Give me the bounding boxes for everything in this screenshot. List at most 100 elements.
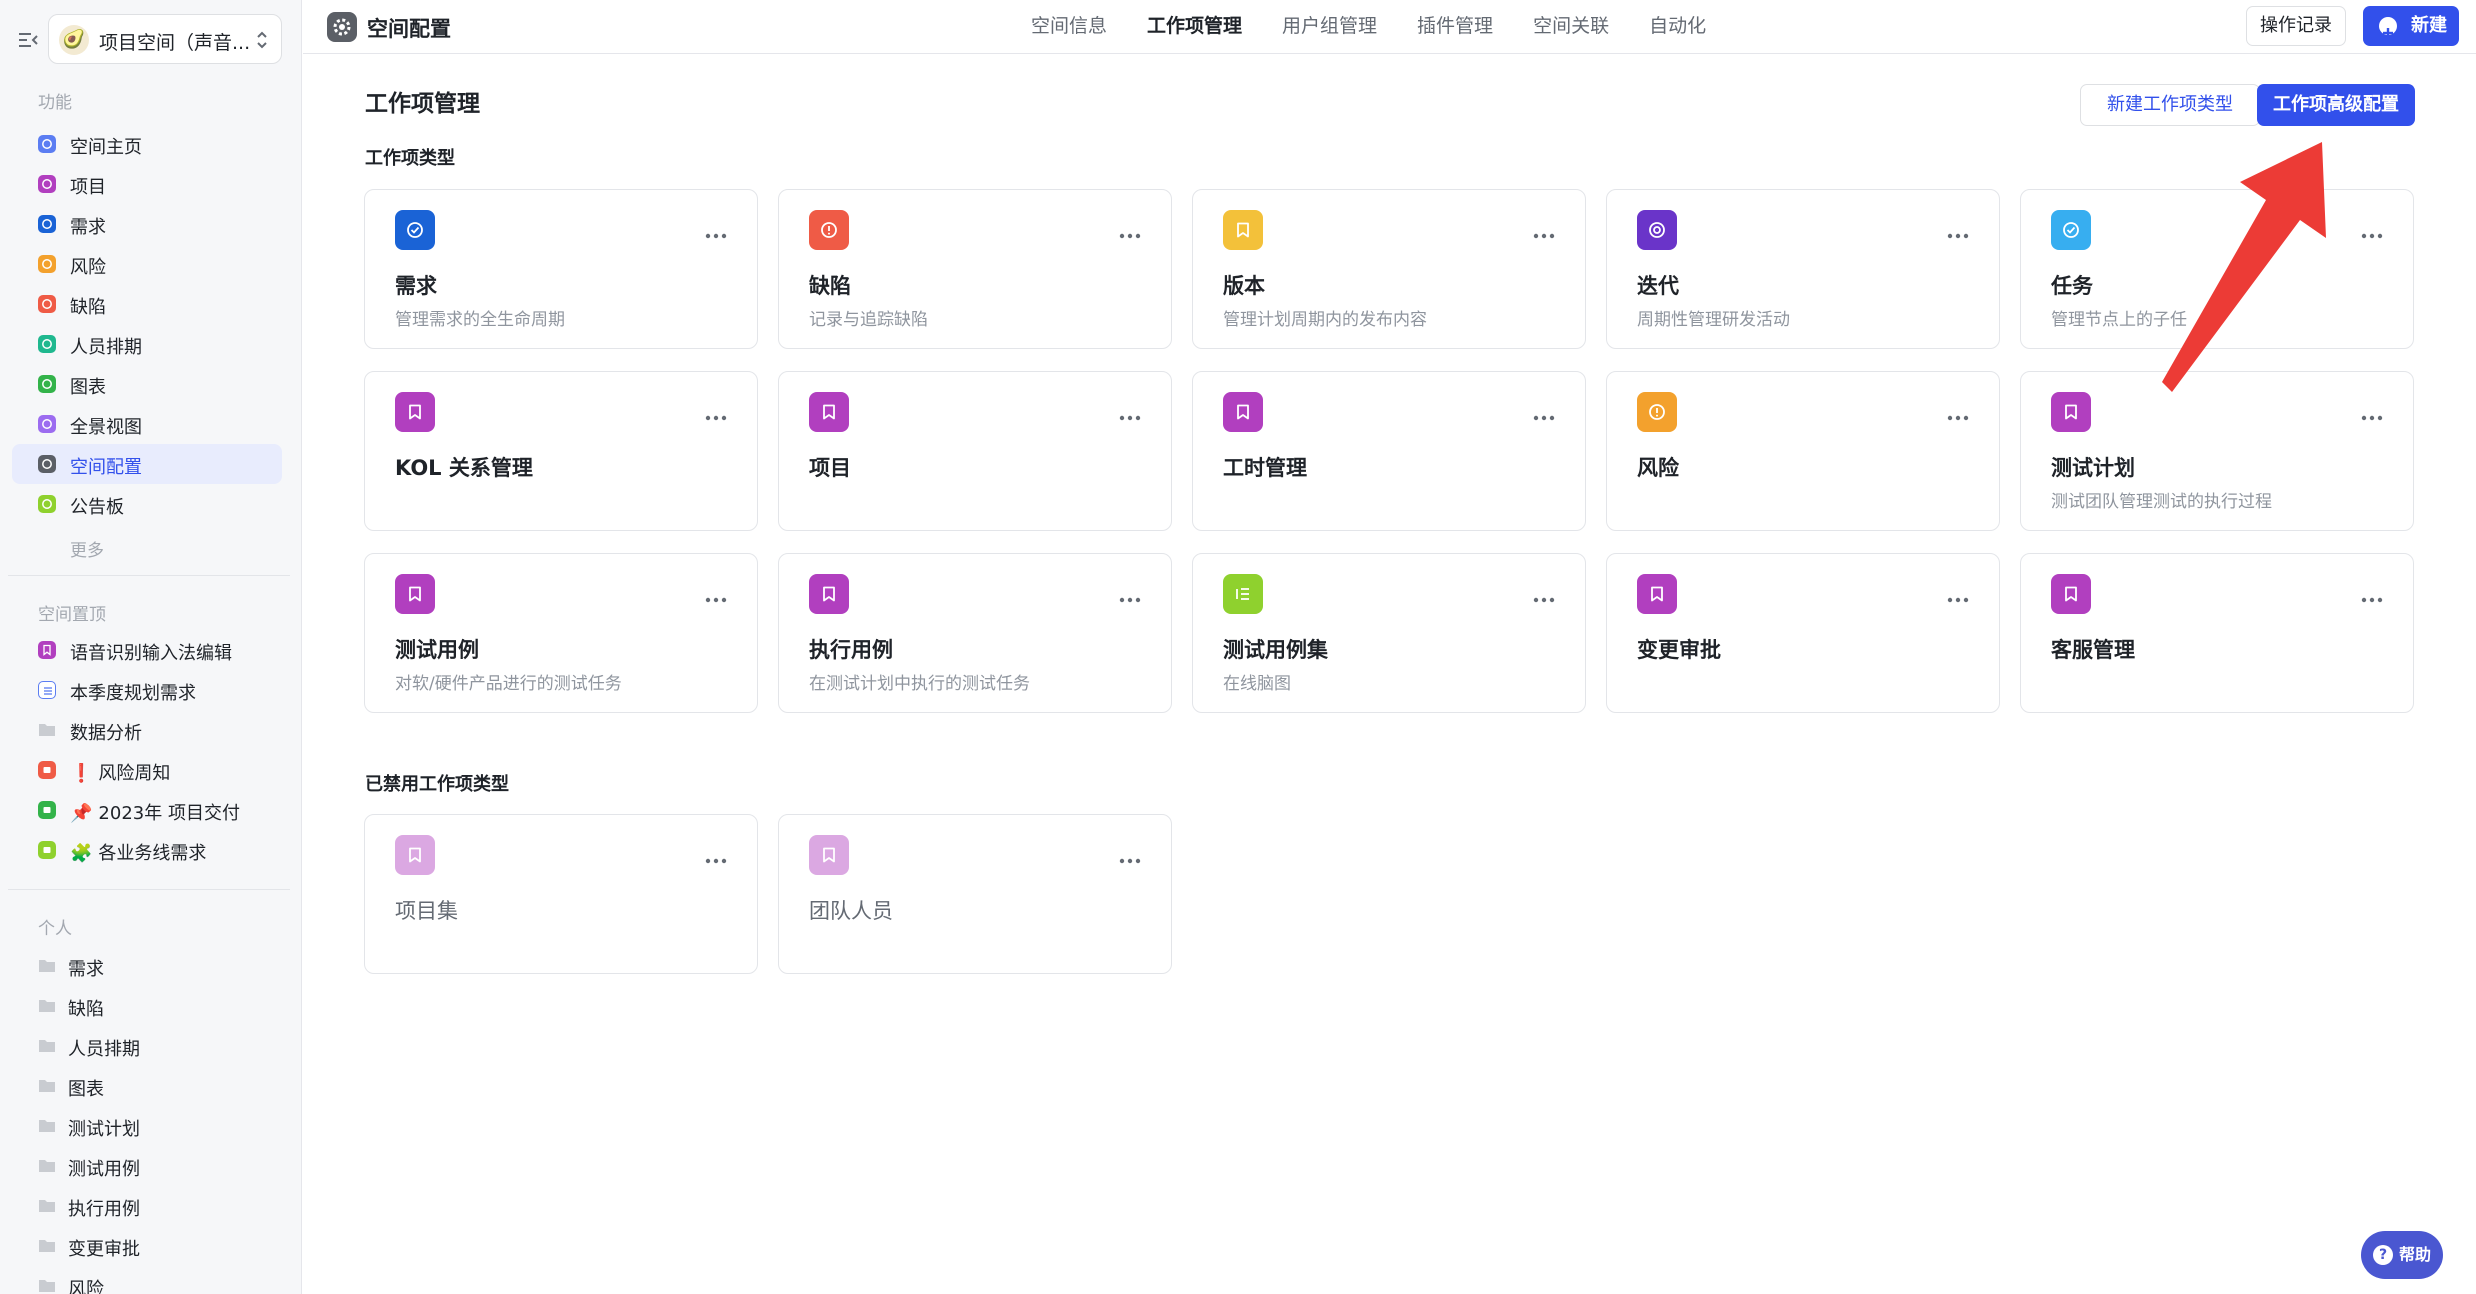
personal-item[interactable]: 测试计划 xyxy=(12,1106,282,1146)
sidebar-item-label: 项目 xyxy=(70,177,106,198)
pinned-item[interactable]: 本季度规划需求 xyxy=(12,670,282,710)
more-options-icon[interactable] xyxy=(1119,224,1141,239)
more-options-icon[interactable] xyxy=(1119,406,1141,421)
tab[interactable]: 插件管理 xyxy=(1417,0,1493,54)
folder-icon xyxy=(39,1080,55,1092)
bookmark-icon xyxy=(395,835,435,875)
sidebar-item[interactable]: 公告板 xyxy=(12,484,282,524)
work-item-type-name: 项目集 xyxy=(395,899,458,923)
tab[interactable]: 用户组管理 xyxy=(1282,0,1377,54)
config-tabs: 空间信息 工作项管理 用户组管理 插件管理 空间关联 自动化 xyxy=(1031,0,1746,54)
work-item-type-name: 需求 xyxy=(395,274,437,298)
new-button[interactable]: 新建 xyxy=(2363,6,2459,46)
collapse-sidebar-icon[interactable] xyxy=(16,28,40,52)
personal-item[interactable]: 变更审批 xyxy=(12,1226,282,1266)
tab[interactable]: 工作项管理 xyxy=(1147,0,1242,54)
check-circle-icon xyxy=(395,210,435,250)
space-switcher[interactable]: 🥑 项目空间（声音... xyxy=(48,14,282,64)
work-item-type-name: 团队人员 xyxy=(809,899,893,923)
work-item-type-card[interactable]: 测试用例集 在线脑图 xyxy=(1192,553,1586,713)
personal-item[interactable]: 风险 xyxy=(12,1266,282,1294)
advanced-config-button[interactable]: 工作项高级配置 xyxy=(2257,84,2415,126)
personal-item[interactable]: 需求 xyxy=(12,946,282,986)
more-options-icon[interactable] xyxy=(705,588,727,603)
more-options-icon[interactable] xyxy=(1119,588,1141,603)
more-options-icon[interactable] xyxy=(1947,588,1969,603)
tab[interactable]: 自动化 xyxy=(1649,0,1706,54)
lime-square-icon xyxy=(38,841,56,859)
personal-item[interactable]: 图表 xyxy=(12,1066,282,1106)
pinned-item[interactable]: 语音识别输入法编辑 xyxy=(12,630,282,670)
sidebar-item[interactable]: 全景视图 xyxy=(12,404,282,444)
bookmark-icon xyxy=(809,574,849,614)
sidebar-item[interactable]: 项目 xyxy=(12,164,282,204)
pinned-item[interactable]: 📌 2023年 项目交付 xyxy=(12,790,282,830)
disabled-work-item-type-card[interactable]: 项目集 xyxy=(364,814,758,974)
bookmark-icon xyxy=(1637,574,1677,614)
sidebar-item[interactable]: 风险 xyxy=(12,244,282,284)
work-item-type-desc: 对软/硬件产品进行的测试任务 xyxy=(395,674,622,694)
work-item-type-card[interactable]: 版本 管理计划周期内的发布内容 xyxy=(1192,189,1586,349)
more-options-icon[interactable] xyxy=(1533,224,1555,239)
work-item-type-desc: 周期性管理研发活动 xyxy=(1637,310,1790,330)
work-item-type-card[interactable]: 需求 管理需求的全生命周期 xyxy=(364,189,758,349)
personal-item[interactable]: 人员排期 xyxy=(12,1026,282,1066)
more-options-icon[interactable] xyxy=(705,849,727,864)
pinned-item-label: ❗ 风险周知 xyxy=(70,759,170,785)
work-item-type-card[interactable]: 项目 xyxy=(778,371,1172,531)
more-options-icon[interactable] xyxy=(1947,224,1969,239)
more-options-icon[interactable] xyxy=(1947,406,1969,421)
help-button[interactable]: ? 帮助 xyxy=(2361,1231,2443,1279)
pinned-item[interactable]: 数据分析 xyxy=(12,710,282,750)
tab[interactable]: 空间信息 xyxy=(1031,0,1107,54)
disabled-work-item-type-card[interactable]: 团队人员 xyxy=(778,814,1172,974)
sidebar-item-icon xyxy=(38,295,56,313)
pinned-item-emoji: ❗ xyxy=(70,763,93,784)
sidebar-item[interactable]: 缺陷 xyxy=(12,284,282,324)
tab[interactable]: 空间关联 xyxy=(1533,0,1609,54)
work-item-type-name: 测试计划 xyxy=(2051,456,2135,480)
sidebar-item-label: 人员排期 xyxy=(70,337,142,358)
pinned-item[interactable]: ❗ 风险周知 xyxy=(12,750,282,790)
work-item-type-card[interactable]: 风险 xyxy=(1606,371,2000,531)
sidebar-item-label: 空间主页 xyxy=(70,137,142,158)
sidebar-item[interactable]: 人员排期 xyxy=(12,324,282,364)
more-options-icon[interactable] xyxy=(705,224,727,239)
more-options-icon[interactable] xyxy=(2361,224,2383,239)
personal-item[interactable]: 执行用例 xyxy=(12,1186,282,1226)
personal-item[interactable]: 测试用例 xyxy=(12,1146,282,1186)
pinned-item[interactable]: 🧩 各业务线需求 xyxy=(12,830,282,870)
more-options-icon[interactable] xyxy=(2361,588,2383,603)
sidebar-item[interactable]: 需求 xyxy=(12,204,282,244)
sidebar-item[interactable]: 空间配置 xyxy=(12,444,282,484)
work-item-type-card[interactable]: 工时管理 xyxy=(1192,371,1586,531)
sidebar-item[interactable]: 图表 xyxy=(12,364,282,404)
personal-item[interactable]: 缺陷 xyxy=(12,986,282,1026)
work-item-type-card[interactable]: KOL 关系管理 xyxy=(364,371,758,531)
more-options-icon[interactable] xyxy=(1533,406,1555,421)
more-options-icon[interactable] xyxy=(2361,406,2383,421)
personal-item-label: 变更审批 xyxy=(68,1239,140,1260)
bookmark-icon xyxy=(2051,392,2091,432)
work-item-type-card[interactable]: 客服管理 xyxy=(2020,553,2414,713)
sidebar-item-icon xyxy=(38,495,56,513)
pinned-item-label: 🧩 各业务线需求 xyxy=(70,839,206,865)
work-item-type-card[interactable]: 测试用例 对软/硬件产品进行的测试任务 xyxy=(364,553,758,713)
more-options-icon[interactable] xyxy=(1533,588,1555,603)
new-work-item-type-button[interactable]: 新建工作项类型 xyxy=(2080,84,2260,126)
work-item-type-card[interactable]: 缺陷 记录与追踪缺陷 xyxy=(778,189,1172,349)
list-icon xyxy=(1223,574,1263,614)
personal-item-label: 需求 xyxy=(68,959,104,980)
operation-log-button[interactable]: 操作记录 xyxy=(2246,6,2346,46)
work-item-type-name: 任务 xyxy=(2051,274,2093,298)
work-item-type-card[interactable]: 执行用例 在测试计划中执行的测试任务 xyxy=(778,553,1172,713)
main-title: 工作项管理 xyxy=(365,91,480,117)
sidebar-item[interactable]: 空间主页 xyxy=(12,124,282,164)
work-item-type-card[interactable]: 迭代 周期性管理研发活动 xyxy=(1606,189,2000,349)
folder-icon xyxy=(39,1120,55,1132)
work-item-type-card[interactable]: 变更审批 xyxy=(1606,553,2000,713)
folder-icon xyxy=(39,1240,55,1252)
sidebar-more[interactable]: 更多 xyxy=(70,536,104,561)
more-options-icon[interactable] xyxy=(1119,849,1141,864)
more-options-icon[interactable] xyxy=(705,406,727,421)
